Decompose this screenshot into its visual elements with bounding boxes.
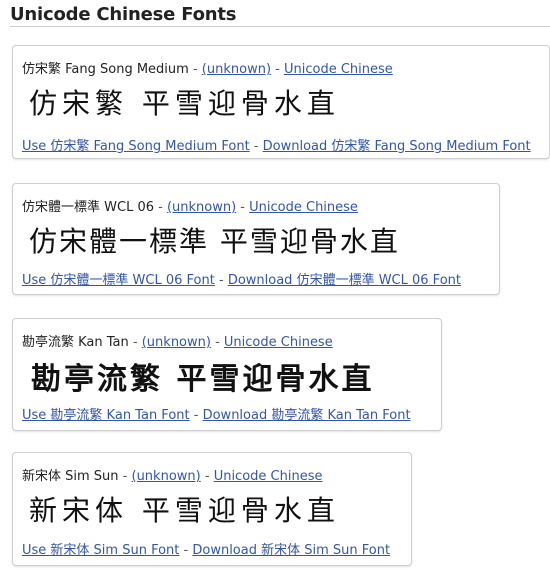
separator: - [128, 335, 142, 350]
font-card-header: 新宋体 Sim Sun - (unknown) - Unicode Chines… [22, 465, 322, 484]
page-title: Unicode Chinese Fonts [10, 4, 237, 25]
font-card-fang-song-medium: 仿宋繁 Fang Song Medium - (unknown) - Unico… [12, 45, 550, 159]
font-card-header: 仿宋繁 Fang Song Medium - (unknown) - Unico… [22, 58, 393, 77]
use-font-link[interactable]: Use 仿宋體一標準 WCL 06 Font [22, 273, 215, 288]
separator: - [200, 469, 214, 484]
separator: - [188, 62, 202, 77]
font-card-header: 仿宋體一標準 WCL 06 - (unknown) - Unicode Chin… [22, 196, 358, 215]
download-font-link[interactable]: Download 仿宋體一標準 WCL 06 Font [228, 273, 461, 288]
separator: - [210, 335, 224, 350]
separator: - [271, 62, 284, 77]
use-font-link[interactable]: Use 新宋体 Sim Sun Font [22, 543, 179, 558]
author-link[interactable]: (unknown) [167, 200, 236, 215]
font-card-header: 勘亭流繁 Kan Tan - (unknown) - Unicode Chine… [22, 331, 333, 350]
font-card-sim-sun: 新宋体 Sim Sun - (unknown) - Unicode Chines… [12, 452, 412, 566]
font-name: 新宋体 Sim Sun [22, 469, 119, 484]
separator: - [214, 273, 228, 288]
category-link[interactable]: Unicode Chinese [249, 200, 358, 215]
font-card-links: Use 仿宋繁 Fang Song Medium Font - Download… [22, 135, 531, 154]
font-card-links: Use 仿宋體一標準 WCL 06 Font - Download 仿宋體一標準… [22, 269, 461, 288]
category-link[interactable]: Unicode Chinese [214, 469, 323, 484]
separator: - [236, 200, 250, 215]
use-font-link[interactable]: Use 勘亭流繁 Kan Tan Font [22, 408, 190, 423]
font-card-links: Use 勘亭流繁 Kan Tan Font - Download 勘亭流繁 Ka… [22, 404, 411, 423]
font-name: 仿宋繁 Fang Song Medium [22, 62, 189, 77]
font-sample-text: 勘亭流繁 平雪迎骨水直 [31, 362, 375, 397]
font-card-wcl-06: 仿宋體一標準 WCL 06 - (unknown) - Unicode Chin… [12, 183, 500, 295]
separator: - [118, 469, 132, 484]
author-link[interactable]: (unknown) [132, 469, 201, 484]
font-card-kan-tan: 勘亭流繁 Kan Tan - (unknown) - Unicode Chine… [12, 318, 442, 431]
use-font-link[interactable]: Use 仿宋繁 Fang Song Medium Font [22, 139, 250, 154]
download-font-link[interactable]: Download 仿宋繁 Fang Song Medium Font [263, 139, 531, 154]
font-name: 仿宋體一標準 WCL 06 [22, 200, 154, 215]
download-font-link[interactable]: Download 新宋体 Sim Sun Font [192, 543, 390, 558]
author-link[interactable]: (unknown) [202, 62, 271, 77]
separator: - [189, 408, 203, 423]
font-sample-text: 仿宋體一標準 平雪迎骨水直 [29, 225, 400, 258]
separator: - [179, 543, 193, 558]
font-sample-text: 仿宋繁 平雪迎骨水直 [29, 87, 340, 120]
separator: - [249, 139, 263, 154]
author-link[interactable]: (unknown) [142, 335, 211, 350]
font-name: 勘亭流繁 Kan Tan [22, 335, 129, 350]
title-divider [10, 26, 550, 27]
category-link[interactable]: Unicode Chinese [284, 62, 393, 77]
separator: - [153, 200, 167, 215]
download-font-link[interactable]: Download 勘亭流繁 Kan Tan Font [203, 408, 411, 423]
font-sample-text: 新宋体 平雪迎骨水直 [29, 494, 340, 527]
category-link[interactable]: Unicode Chinese [224, 335, 333, 350]
font-card-links: Use 新宋体 Sim Sun Font - Download 新宋体 Sim … [22, 539, 390, 558]
